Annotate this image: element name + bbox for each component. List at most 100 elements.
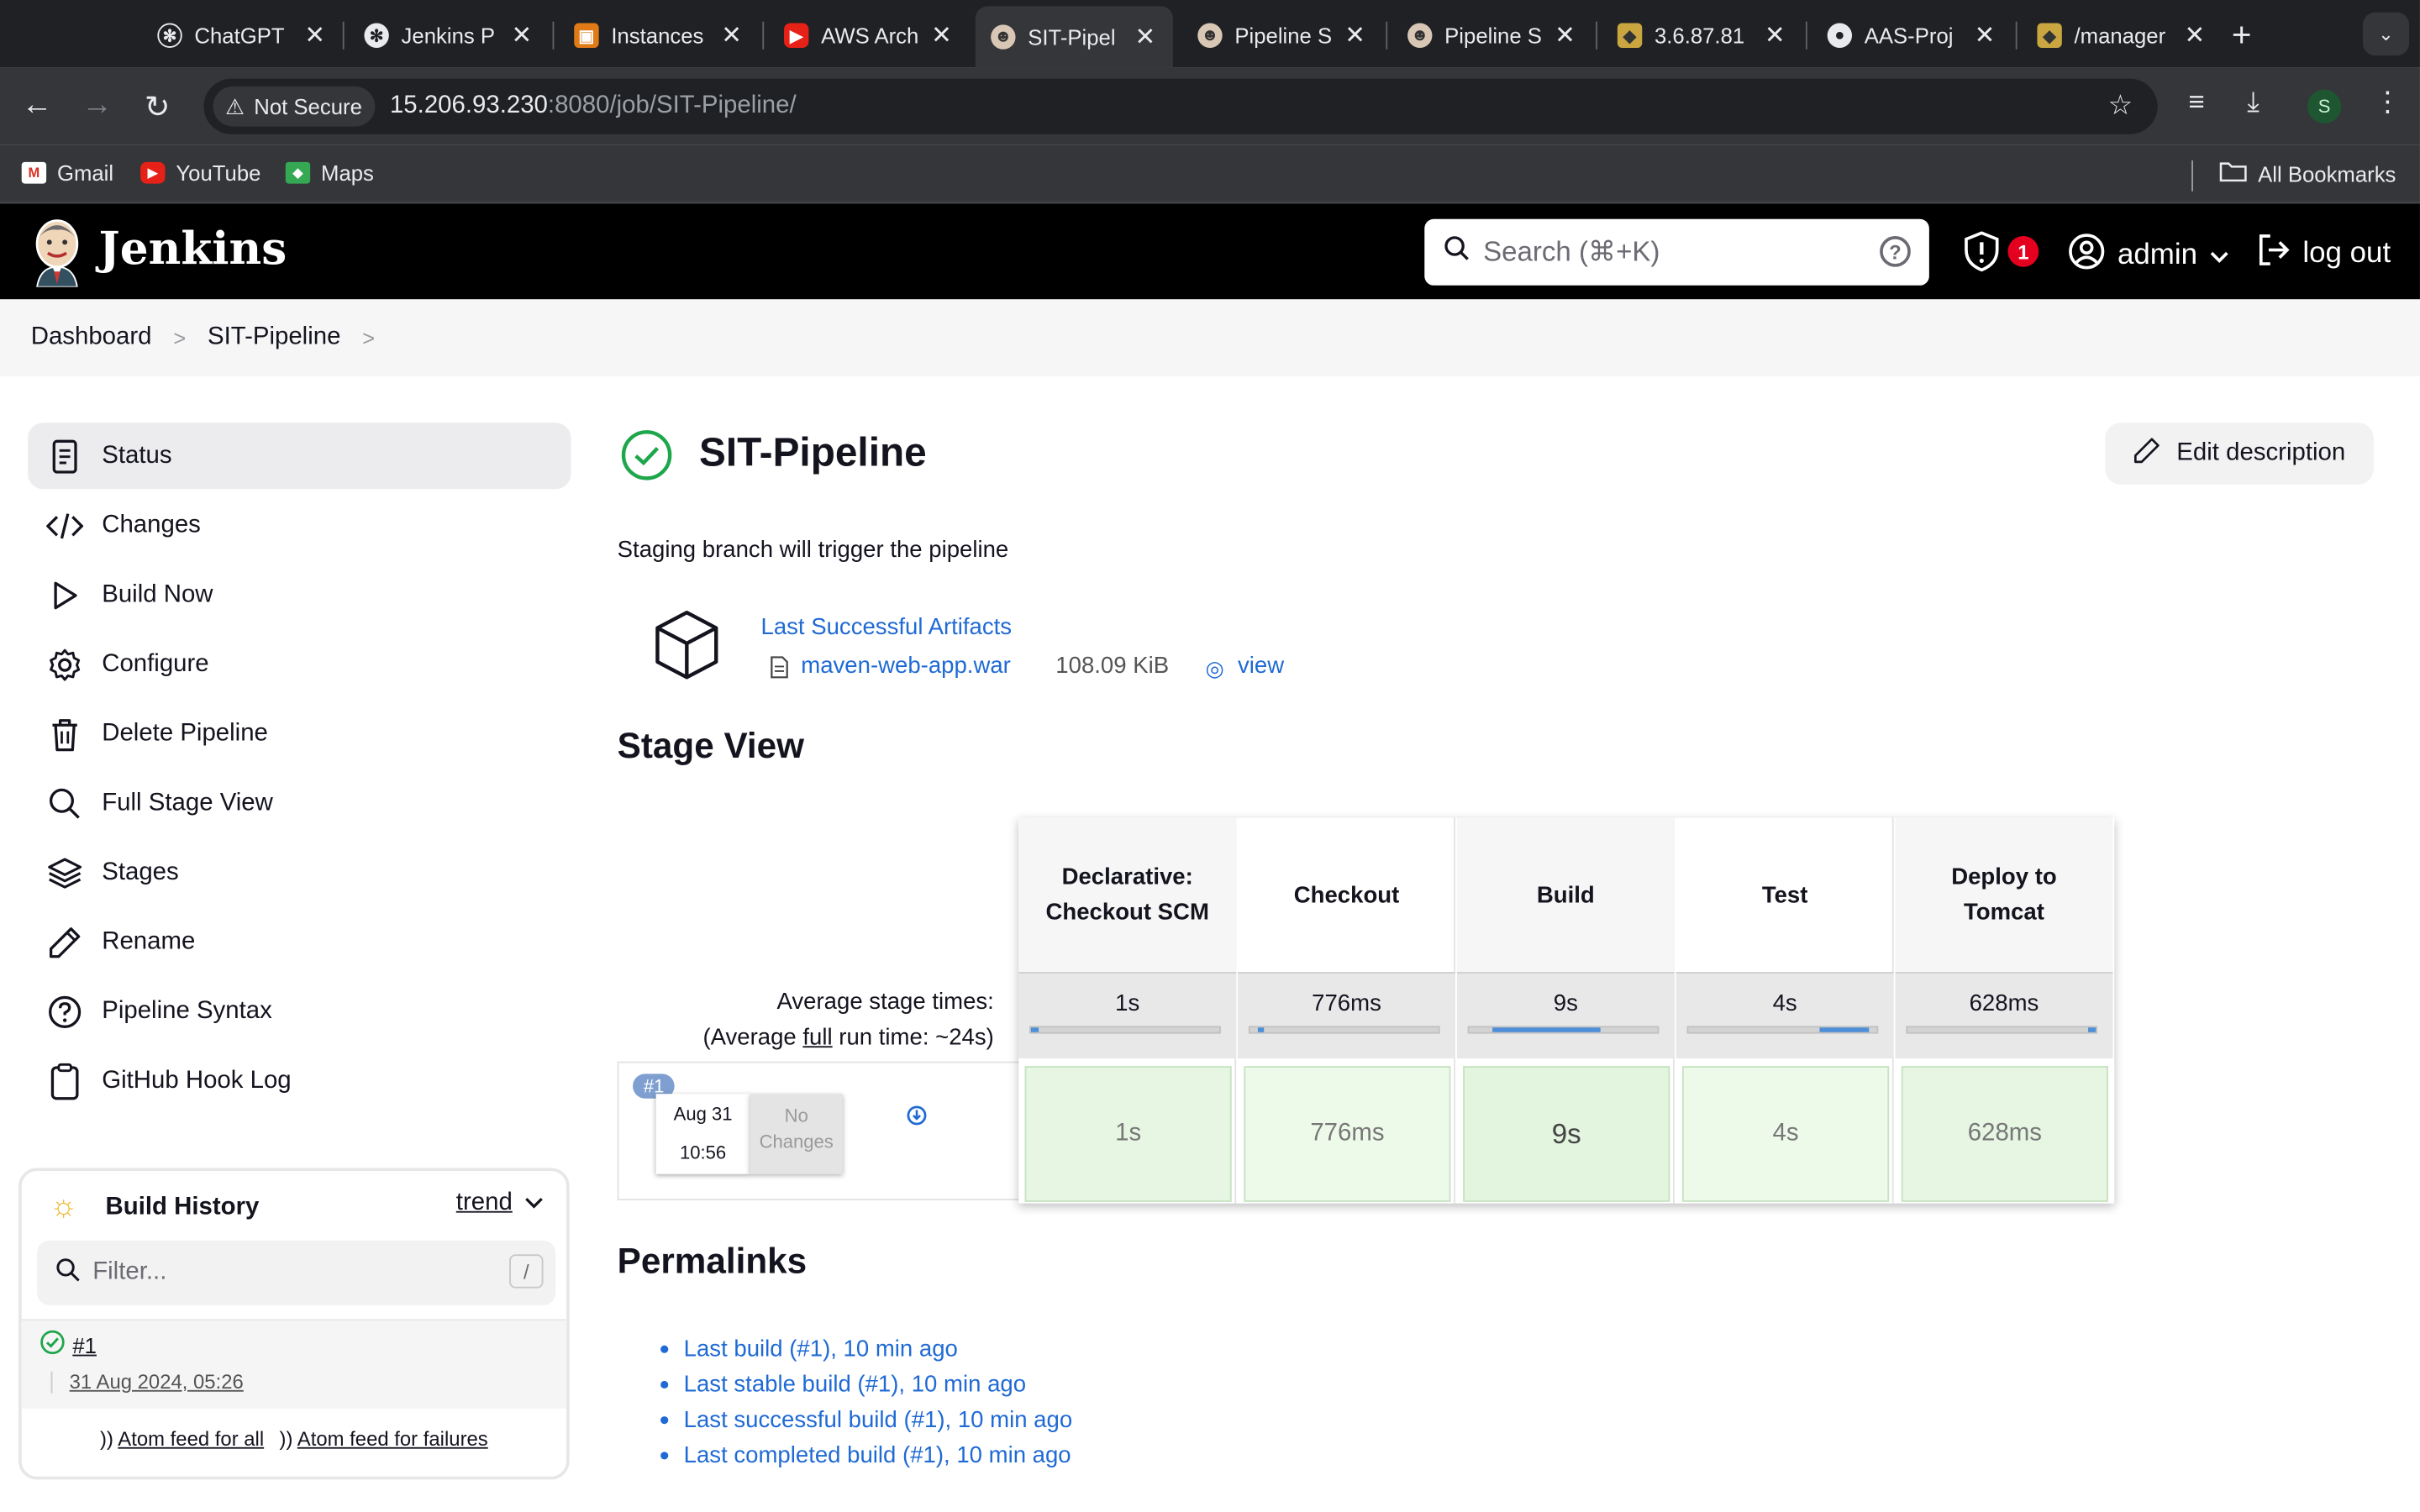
jenkins-search-input[interactable] <box>1483 236 1854 269</box>
trend-link[interactable]: trend <box>456 1189 544 1217</box>
task-build-now[interactable]: Build Now <box>28 562 571 628</box>
bookmark-star-icon[interactable]: ☆ <box>2108 90 2133 123</box>
document-icon <box>46 438 83 475</box>
build-history-title: Build History <box>105 1193 260 1220</box>
new-tab-icon[interactable]: + <box>2232 15 2252 55</box>
close-icon[interactable]: ✕ <box>1972 20 1996 51</box>
stage-average: 4s <box>1676 972 1894 1058</box>
artifact-file-link[interactable]: maven-web-app.war <box>801 653 1011 679</box>
run-time: 10:56 <box>680 1142 727 1163</box>
list-item: Last build (#1), 10 min ago <box>660 1331 1072 1367</box>
close-icon[interactable]: ✕ <box>302 20 327 51</box>
task-pipeline-syntax[interactable]: Pipeline Syntax <box>28 978 571 1044</box>
stage-cell[interactable]: 628ms <box>1901 1066 2108 1202</box>
close-icon[interactable]: ✕ <box>929 20 954 51</box>
task-rename[interactable]: Rename <box>28 909 571 975</box>
task-stages[interactable]: Stages <box>28 839 571 906</box>
permalink-last-build[interactable]: Last build (#1), 10 min ago <box>684 1331 958 1367</box>
breadcrumb-dashboard[interactable]: Dashboard <box>31 324 152 352</box>
stage-column: Test 4s 4s <box>1676 817 1894 1204</box>
tab-ip-address[interactable]: ◆ 3.6.87.81 ✕ <box>1602 9 1802 61</box>
task-list: Status Changes Build Now Configure Delet… <box>28 423 571 1114</box>
bookmark-youtube[interactable]: ▶ YouTube <box>140 160 260 185</box>
download-icon[interactable]: ⤓ <box>2247 87 2260 119</box>
tab-manager[interactable]: ◆ /manager ✕ <box>2022 9 2223 61</box>
run-changes-box[interactable]: No Changes <box>750 1094 843 1174</box>
build-filter-box[interactable]: / <box>37 1240 556 1305</box>
stage-cell[interactable]: 1s <box>1024 1066 1232 1202</box>
back-icon[interactable]: ← <box>18 88 55 123</box>
breadcrumb-sit-pipeline[interactable]: SIT-Pipeline <box>208 324 340 352</box>
atom-feed-failures-link[interactable]: )) Atom feed for failures <box>280 1427 488 1451</box>
close-icon[interactable]: ✕ <box>1763 20 1787 51</box>
edit-description-button[interactable]: Edit description <box>2105 423 2374 485</box>
download-icon[interactable] <box>906 1105 928 1134</box>
security-count-badge[interactable]: 1 <box>2007 236 2039 267</box>
profile-initial: S <box>2317 95 2331 118</box>
bookmark-label: Gmail <box>56 160 114 186</box>
all-bookmarks-button[interactable]: All Bookmarks <box>2219 160 2396 186</box>
build-divider <box>50 1371 53 1394</box>
close-icon[interactable]: ✕ <box>1343 20 1367 51</box>
tab-aws-arch[interactable]: ▶ AWS Arch ✕ <box>769 9 970 61</box>
jenkins-search-box[interactable]: ? <box>1424 218 1929 286</box>
tab-chatgpt[interactable]: ✻ ChatGPT ✕ <box>142 9 343 61</box>
tab-instances[interactable]: ▣ Instances ✕ <box>559 9 760 61</box>
jenkins-logo-icon[interactable] <box>31 216 83 288</box>
feed-all-label: Atom feed for all <box>118 1426 265 1451</box>
user-menu[interactable]: admin <box>2068 233 2228 279</box>
task-github-hook-log[interactable]: GitHub Hook Log <box>28 1047 571 1114</box>
run-date-box[interactable]: Aug 31 10:56 <box>655 1094 750 1174</box>
task-delete-pipeline[interactable]: Delete Pipeline <box>28 701 571 767</box>
build-number-link[interactable]: #1 <box>72 1333 97 1357</box>
reload-icon[interactable]: ↻ <box>139 88 176 127</box>
build-date-link[interactable]: 31 Aug 2024, 05:26 <box>70 1370 244 1394</box>
bookmark-gmail[interactable]: M Gmail <box>21 160 114 186</box>
build-history-row[interactable]: #1 31 Aug 2024, 05:26 <box>21 1319 567 1409</box>
more-menu-icon[interactable]: ⋮ <box>2374 87 2402 119</box>
tab-sit-pipeline[interactable]: ☻ SIT-Pipel ✕ <box>975 6 1173 68</box>
forward-icon[interactable]: → <box>79 88 116 123</box>
task-configure[interactable]: Configure <box>28 631 571 697</box>
bookmark-maps[interactable]: ◆ Maps <box>285 160 374 186</box>
address-bar[interactable]: ⚠ Not Secure 15.206.93.230:8080/job/SIT-… <box>203 78 2158 134</box>
close-icon[interactable]: ✕ <box>509 20 534 51</box>
chevron-right-icon[interactable]: > <box>362 326 375 350</box>
close-icon[interactable]: ✕ <box>2182 20 2207 51</box>
stage-cell[interactable]: 9s <box>1463 1066 1670 1202</box>
jenkins-icon: ☻ <box>1407 23 1433 48</box>
tab-pipeline-s-1[interactable]: ☻ Pipeline S ✕ <box>1182 9 1383 61</box>
stage-cell[interactable]: 776ms <box>1244 1066 1451 1202</box>
permalink-last-completed-build[interactable]: Last completed build (#1), 10 min ago <box>684 1438 1071 1473</box>
permalink-last-successful-build[interactable]: Last successful build (#1), 10 min ago <box>684 1403 1073 1438</box>
permalink-last-stable-build[interactable]: Last stable build (#1), 10 min ago <box>684 1367 1026 1402</box>
task-status[interactable]: Status <box>28 423 571 490</box>
chevron-down-icon <box>2210 239 2228 273</box>
folder-icon <box>2219 160 2247 186</box>
list-item: Last stable build (#1), 10 min ago <box>660 1367 1072 1402</box>
atom-feed-all-link[interactable]: )) Atom feed for all <box>100 1427 264 1451</box>
tab-search-icon[interactable]: ⌄ <box>2362 12 2410 56</box>
close-icon[interactable]: ✕ <box>1553 20 1577 51</box>
close-icon[interactable]: ✕ <box>1133 22 1157 53</box>
tab-pipeline-s-2[interactable]: ☻ Pipeline S ✕ <box>1392 9 1593 61</box>
media-control-icon[interactable]: ≡ <box>2188 87 2204 119</box>
profile-avatar[interactable]: S <box>2307 89 2342 123</box>
search-help-icon[interactable]: ? <box>1880 236 1911 267</box>
tab-aas-proj[interactable]: ● AAS-Proj ✕ <box>1812 9 2012 61</box>
url-text[interactable]: 15.206.93.230:8080/job/SIT-Pipeline/ <box>390 92 797 120</box>
logout-link[interactable]: log out <box>2256 233 2391 276</box>
bookmark-label: Maps <box>321 160 374 186</box>
stage-cell[interactable]: 4s <box>1682 1066 1890 1202</box>
artifact-view-link[interactable]: view <box>1238 653 1284 679</box>
jenkins-title[interactable]: Jenkins <box>99 222 287 274</box>
task-label: Delete Pipeline <box>102 719 268 747</box>
build-filter-input[interactable] <box>92 1258 479 1287</box>
security-shield-icon[interactable] <box>1963 231 2000 280</box>
security-indicator[interactable]: ⚠ Not Secure <box>213 86 375 127</box>
task-full-stage-view[interactable]: Full Stage View <box>28 770 571 837</box>
artifacts-link[interactable]: Last Successful Artifacts <box>760 614 1012 640</box>
close-icon[interactable]: ✕ <box>719 20 744 51</box>
tab-jenkins-p[interactable]: ✻ Jenkins P ✕ <box>349 9 550 61</box>
task-changes[interactable]: Changes <box>28 492 571 559</box>
